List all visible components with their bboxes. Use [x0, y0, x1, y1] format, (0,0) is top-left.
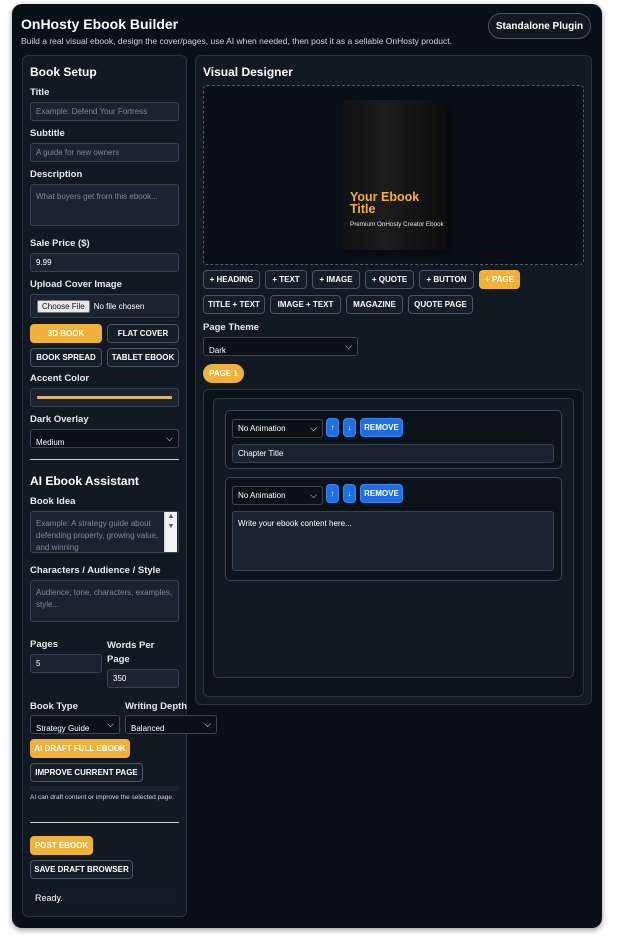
app-title: OnHosty Ebook Builder: [21, 16, 179, 32]
layout-image-text-button[interactable]: IMAGE + TEXT: [270, 295, 341, 314]
animation-select[interactable]: No Animation ⌵: [232, 419, 323, 438]
audience-style-textarea[interactable]: Audience, tone, characters, examples, st…: [30, 580, 179, 622]
writing-depth-label: Writing Depth: [125, 701, 188, 712]
ai-draft-full-ebook-button[interactable]: AI DRAFT FULL EBOOK: [30, 739, 130, 758]
ai-note: AI can draft content or improve the sele…: [30, 794, 174, 801]
cover-file-input[interactable]: Choose File No file chosen: [30, 294, 179, 318]
layout-magazine-button[interactable]: MAGAZINE: [346, 295, 403, 314]
animation-select[interactable]: No Animation ⌵: [232, 486, 323, 505]
description-textarea[interactable]: What buyers get from this ebook...: [30, 184, 179, 226]
pages-label: Pages: [30, 639, 58, 650]
accent-color-picker[interactable]: [30, 388, 179, 407]
move-down-button[interactable]: ↓: [343, 418, 356, 437]
writing-depth-value: Balanced: [131, 724, 165, 733]
save-draft-browser-button[interactable]: SAVE DRAFT BROWSER: [30, 860, 133, 879]
chevron-down-icon: ⌵: [166, 433, 173, 443]
add-image-button[interactable]: + IMAGE: [312, 270, 360, 289]
remove-block-button[interactable]: REMOVE: [360, 418, 403, 437]
title-label: Title: [30, 87, 50, 98]
add-heading-button[interactable]: + HEADING: [203, 270, 260, 289]
status-text: Ready.: [35, 893, 63, 903]
page-theme-value: Dark: [209, 346, 226, 355]
book-type-select[interactable]: Strategy Guide ⌵: [30, 715, 120, 734]
ebook-cover[interactable]: Your Ebook Title Premium OnHosty Creator…: [343, 100, 447, 250]
cover-style-book-spread-button[interactable]: BOOK SPREAD: [30, 348, 102, 367]
writing-depth-select[interactable]: Balanced ⌵: [125, 715, 217, 734]
cover-image-label: Upload Cover Image: [30, 279, 122, 290]
description-label: Description: [30, 169, 83, 180]
book-setup-heading: Book Setup: [30, 65, 97, 79]
app-subtitle: Build a real visual ebook, design the co…: [21, 36, 452, 46]
divider: [30, 459, 179, 460]
accent-color-swatch: [37, 396, 172, 399]
chevron-down-icon: ⌵: [204, 719, 211, 729]
choose-file-button[interactable]: Choose File: [37, 299, 90, 313]
dark-overlay-select[interactable]: Medium ⌵: [30, 429, 179, 448]
scroll-down-icon[interactable]: ▼: [165, 522, 177, 532]
standalone-plugin-badge[interactable]: Standalone Plugin: [488, 13, 591, 39]
title-input[interactable]: Example: Defend Your Fortress: [30, 102, 179, 121]
book-idea-placeholder: Example: A strategy guide about defendin…: [36, 519, 159, 552]
pages-input[interactable]: 5: [30, 654, 102, 673]
accent-color-label: Accent Color: [30, 373, 90, 384]
dark-overlay-label: Dark Overlay: [30, 414, 89, 425]
cover-style-3d-book-button[interactable]: 3D BOOK: [30, 324, 102, 343]
dark-overlay-value: Medium: [36, 438, 65, 447]
sale-price-input[interactable]: 9.99: [30, 253, 179, 272]
scroll-up-icon[interactable]: ▲: [165, 512, 177, 522]
animation-value: No Animation: [238, 424, 286, 433]
cover-style-flat-cover-button[interactable]: FLAT COVER: [107, 324, 179, 343]
move-up-button[interactable]: ↑: [326, 418, 339, 437]
words-per-page-label: Words Per Page: [107, 640, 155, 665]
progress-track: [30, 786, 179, 791]
add-quote-button[interactable]: + QUOTE: [365, 270, 414, 289]
move-down-button[interactable]: ↓: [343, 484, 356, 503]
divider: [30, 822, 179, 823]
move-up-button[interactable]: ↑: [326, 484, 339, 503]
chapter-title-input[interactable]: Chapter Title: [232, 444, 554, 463]
add-page-button[interactable]: + PAGE: [479, 270, 520, 289]
improve-current-page-button[interactable]: IMPROVE CURRENT PAGE: [30, 763, 143, 782]
book-idea-textarea[interactable]: Example: A strategy guide about defendin…: [30, 511, 179, 553]
cover-title: Your Ebook Title: [350, 190, 420, 216]
audience-style-label: Characters / Audience / Style: [30, 565, 161, 576]
page-theme-select[interactable]: Dark ⌵: [203, 337, 358, 356]
chevron-down-icon: ⌵: [310, 490, 317, 500]
cover-style-tablet-ebook-button[interactable]: TABLET EBOOK: [107, 348, 179, 367]
post-ebook-button[interactable]: POST EBOOK: [30, 836, 93, 855]
book-type-label: Book Type: [30, 701, 78, 712]
ebook-content-textarea[interactable]: Write your ebook content here...: [232, 511, 554, 571]
app-window: OnHosty Ebook Builder Build a real visua…: [12, 4, 602, 928]
ai-assistant-heading: AI Ebook Assistant: [30, 474, 139, 488]
layout-quote-page-button[interactable]: QUOTE PAGE: [408, 295, 473, 314]
page-theme-label: Page Theme: [203, 322, 259, 333]
animation-value: No Animation: [238, 491, 286, 500]
chevron-down-icon: ⌵: [345, 341, 352, 351]
textarea-scrollbar[interactable]: ▲ ▼: [164, 512, 177, 552]
subtitle-label: Subtitle: [30, 128, 65, 139]
chevron-down-icon: ⌵: [310, 423, 317, 433]
book-idea-label: Book Idea: [30, 496, 76, 507]
remove-block-button[interactable]: REMOVE: [360, 484, 403, 503]
words-per-page-input[interactable]: 350: [107, 669, 179, 688]
subtitle-input[interactable]: A guide for new owners: [30, 143, 179, 162]
add-text-button[interactable]: + TEXT: [265, 270, 307, 289]
status-box: Ready.: [30, 885, 179, 909]
cover-subtitle: Premium OnHosty Creator Ebook: [350, 221, 444, 228]
page-1-tab[interactable]: PAGE 1: [203, 364, 244, 383]
layout-title-text-button[interactable]: TITLE + TEXT: [203, 295, 265, 314]
chevron-down-icon: ⌵: [107, 719, 114, 729]
visual-designer-heading: Visual Designer: [203, 65, 293, 79]
no-file-text: No file chosen: [93, 301, 145, 311]
book-type-value: Strategy Guide: [36, 724, 90, 733]
sale-price-label: Sale Price ($): [30, 238, 90, 249]
add-button-button[interactable]: + BUTTON: [419, 270, 474, 289]
